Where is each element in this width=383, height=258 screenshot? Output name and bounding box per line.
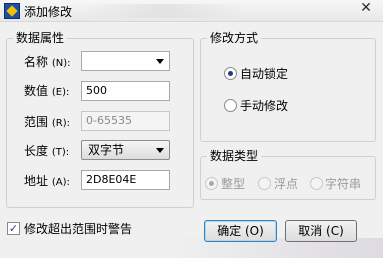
radio-auto-lock[interactable] — [224, 67, 237, 80]
cancel-button[interactable]: 取消 (C) — [285, 220, 357, 242]
warn-checkbox-label: 修改超出范围时警告 — [24, 222, 133, 236]
radio-float — [258, 177, 271, 190]
ok-button[interactable]: 确定 (O) — [204, 220, 277, 242]
value-label: 数值 (E): — [24, 84, 70, 98]
close-icon: ✕ — [360, 0, 372, 16]
name-combo[interactable] — [81, 51, 170, 71]
range-input: 0-65535 — [81, 111, 170, 131]
radio-string — [310, 177, 323, 190]
length-select[interactable]: 双字节 — [81, 140, 170, 160]
chevron-down-icon — [156, 59, 164, 64]
radio-manual-modify[interactable] — [224, 99, 237, 112]
range-label: 范围 (R): — [24, 115, 70, 129]
data-attributes-title: 数据属性 — [13, 31, 68, 45]
name-label: 名称 (N): — [24, 55, 71, 69]
data-type-title: 数据类型 — [207, 149, 262, 163]
title-bar: 添加修改 ✕ — [0, 0, 383, 22]
check-icon: ✓ — [8, 222, 19, 235]
radio-manual-modify-label: 手动修改 — [240, 99, 289, 113]
radio-string-label: 字符串 — [325, 177, 362, 191]
window-title: 添加修改 — [24, 5, 73, 19]
title-blur — [80, 4, 250, 18]
radio-integer-label: 整型 — [221, 177, 246, 191]
radio-float-label: 浮点 — [274, 177, 299, 191]
modify-mode-title: 修改方式 — [207, 31, 262, 45]
app-icon — [4, 3, 20, 19]
address-label: 地址 (A): — [24, 174, 70, 188]
radio-integer — [205, 177, 218, 190]
radio-auto-lock-label: 自动锁定 — [240, 67, 289, 81]
value-input[interactable]: 500 — [81, 81, 170, 101]
chevron-down-icon — [156, 148, 164, 153]
length-label: 长度 (T): — [24, 144, 70, 158]
modify-mode-group: 修改方式 — [200, 31, 376, 142]
close-button[interactable]: ✕ — [353, 0, 379, 18]
address-input[interactable]: 2D8E04E — [81, 170, 170, 190]
warn-checkbox[interactable]: ✓ — [7, 222, 20, 235]
